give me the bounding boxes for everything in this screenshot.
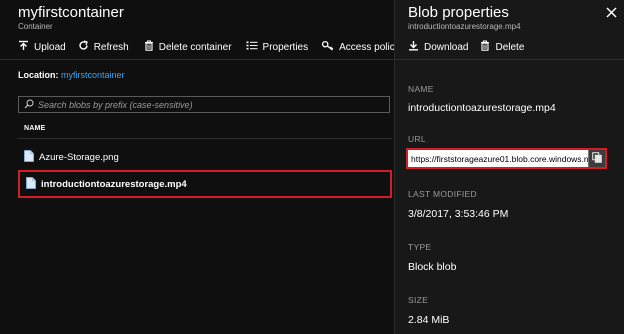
file-icon bbox=[26, 176, 41, 192]
search-icon bbox=[24, 96, 34, 114]
container-subtitle: Container bbox=[18, 22, 53, 31]
container-toolbar: Upload Refresh Delete container Properti… bbox=[18, 40, 400, 54]
close-button[interactable] bbox=[606, 5, 617, 23]
size-value: 2.84 MiB bbox=[408, 314, 450, 326]
location-link[interactable]: myfirstcontainer bbox=[61, 70, 125, 80]
close-icon bbox=[606, 5, 617, 22]
delete-container-label: Delete container bbox=[158, 41, 232, 53]
upload-label: Upload bbox=[34, 41, 66, 53]
url-field bbox=[406, 148, 607, 169]
size-label: SIZE bbox=[408, 295, 429, 305]
url-input[interactable] bbox=[408, 150, 588, 167]
access-policy-button[interactable]: Access policy bbox=[322, 40, 400, 54]
blob-toolbar-divider bbox=[395, 59, 624, 60]
search-input[interactable] bbox=[38, 99, 378, 110]
name-value: introductiontoazurestorage.mp4 bbox=[408, 102, 556, 114]
trash-icon bbox=[480, 40, 495, 54]
list-icon bbox=[246, 40, 263, 54]
download-button[interactable]: Download bbox=[408, 40, 468, 54]
copy-button[interactable] bbox=[588, 150, 605, 167]
location: Location: myfirstcontainer bbox=[18, 70, 125, 80]
blob-name: introductiontoazurestorage.mp4 bbox=[41, 178, 187, 190]
blob-properties-title: Blob properties bbox=[408, 4, 509, 21]
blob-name: Azure-Storage.png bbox=[39, 151, 119, 163]
refresh-label: Refresh bbox=[93, 41, 129, 53]
refresh-button[interactable]: Refresh bbox=[78, 40, 129, 54]
url-label: URL bbox=[408, 134, 426, 144]
copy-icon bbox=[592, 150, 602, 168]
search-box[interactable] bbox=[18, 96, 390, 113]
name-column-header[interactable]: NAME bbox=[24, 125, 45, 132]
container-blade: myfirstcontainer Container Upload Refres… bbox=[0, 0, 400, 334]
delete-label: Delete bbox=[495, 41, 525, 53]
blob-row-introductiontoazurestorage-mp4[interactable]: introductiontoazurestorage.mp4 bbox=[18, 170, 392, 198]
location-label: Location: bbox=[18, 70, 59, 80]
blob-properties-subtitle: introductiontoazurestorage.mp4 bbox=[408, 22, 521, 31]
container-title: myfirstcontainer bbox=[18, 4, 124, 21]
last-modified-label: LAST MODIFIED bbox=[408, 189, 477, 199]
upload-button[interactable]: Upload bbox=[18, 40, 66, 54]
delete-button[interactable]: Delete bbox=[480, 40, 524, 54]
name-label: NAME bbox=[408, 84, 434, 94]
key-icon bbox=[322, 40, 339, 54]
header-divider bbox=[18, 138, 392, 139]
download-label: Download bbox=[424, 41, 469, 53]
last-modified-value: 3/8/2017, 3:53:46 PM bbox=[408, 208, 509, 220]
download-icon bbox=[408, 40, 424, 54]
trash-icon bbox=[144, 40, 159, 54]
access-policy-label: Access policy bbox=[339, 41, 400, 53]
refresh-icon bbox=[78, 40, 94, 54]
type-value: Block blob bbox=[408, 261, 457, 273]
type-label: TYPE bbox=[408, 242, 432, 252]
delete-container-button[interactable]: Delete container bbox=[144, 40, 232, 54]
toolbar-divider bbox=[0, 59, 394, 60]
upload-icon bbox=[18, 40, 34, 54]
file-icon bbox=[24, 149, 39, 165]
properties-button[interactable]: Properties bbox=[246, 40, 309, 54]
blob-row-azure-storage-png[interactable]: Azure-Storage.png bbox=[18, 144, 392, 170]
blob-toolbar: Download Delete bbox=[408, 40, 524, 54]
properties-label: Properties bbox=[262, 41, 309, 53]
